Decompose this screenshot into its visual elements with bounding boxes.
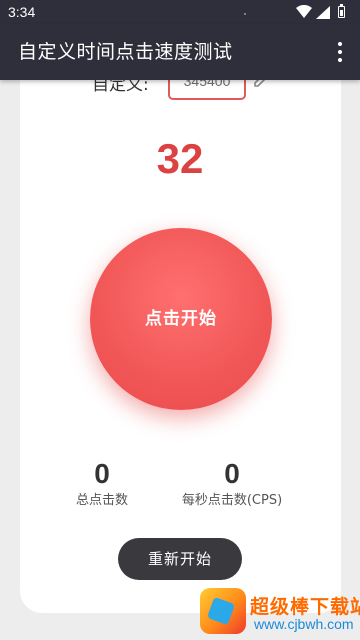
restart-button[interactable]: 重新开始 [118, 538, 242, 580]
wifi-icon [296, 5, 312, 18]
cps-value: 0 [224, 458, 240, 489]
app-title: 自定义时间点击速度测试 [18, 41, 233, 63]
cps-stat: 0 每秒点击数(CPS) [152, 458, 312, 510]
watermark-logo-icon [200, 588, 246, 634]
app-bar: 自定义时间点击速度测试 [0, 24, 360, 80]
watermark: 超级棒下载站 www.cjbwh.com [200, 588, 360, 640]
cps-label: 每秒点击数(CPS) [181, 493, 283, 508]
status-time: 3:34 [8, 4, 36, 20]
battery-icon [338, 4, 345, 18]
countdown-display: 32 [156, 135, 204, 182]
watermark-url: www.cjbwh.com [254, 616, 354, 632]
more-vert-icon[interactable] [330, 38, 350, 66]
signal-icon [316, 6, 330, 19]
status-icons [296, 4, 354, 19]
notification-dot-icon [244, 13, 246, 15]
click-start-button[interactable]: 点击开始 [90, 228, 272, 410]
watermark-title: 超级棒下载站 [250, 596, 360, 618]
status-bar: 3:34 [0, 0, 360, 24]
